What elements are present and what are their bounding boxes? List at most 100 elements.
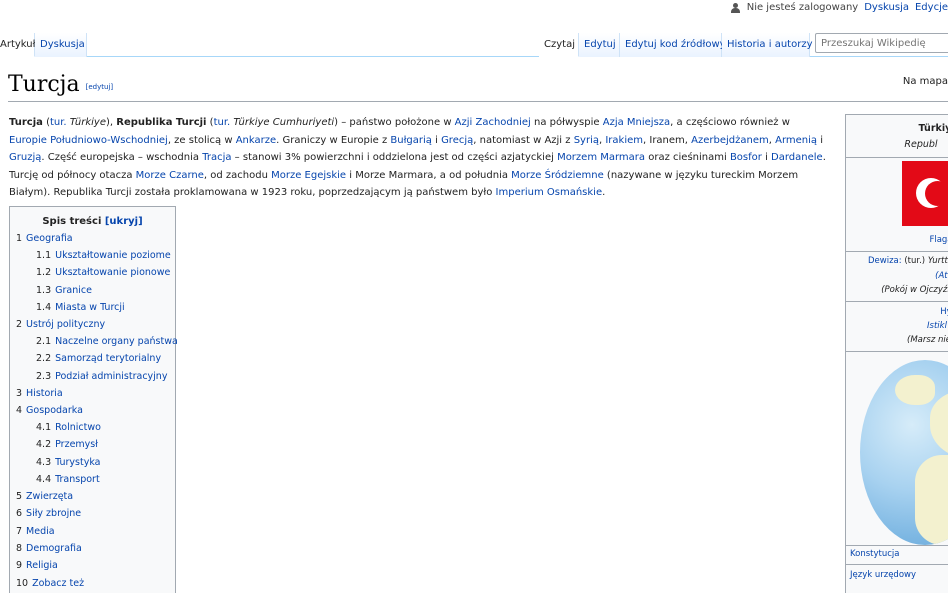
location-globe-map[interactable]: [860, 360, 948, 545]
infobox-divider: [846, 545, 948, 546]
toc-item[interactable]: 9 Religia: [16, 560, 58, 571]
anthem-translation: (Marsz nie: [907, 335, 948, 345]
toc-item[interactable]: 1.2 Ukształtowanie pionowe: [36, 267, 170, 278]
toc-item[interactable]: 4.2 Przemysł: [36, 439, 98, 450]
page-heading: Turcja [edytuj] Na mapa: [8, 72, 948, 102]
toc-item[interactable]: 10 Zobacz też: [16, 578, 84, 589]
toc-item[interactable]: 6 Siły zbrojne: [16, 508, 81, 519]
tab-history[interactable]: Historia i autorzy: [722, 33, 812, 57]
anthem-link[interactable]: Istikl: [882, 321, 948, 331]
toc-item[interactable]: 1.1 Ukształtowanie poziome: [36, 250, 171, 261]
intro-link[interactable]: tur.: [214, 117, 231, 128]
intro-text: i Morze Marmara, a od południa: [346, 169, 512, 181]
toc-item-label[interactable]: Siły zbrojne: [26, 508, 81, 519]
motto-link[interactable]: (Ata: [889, 271, 948, 281]
toc-item-label[interactable]: Naczelne organy państwa: [55, 336, 178, 347]
toc-item-label[interactable]: Media: [26, 526, 55, 537]
tab-edit-source[interactable]: Edytuj kod źródłowy: [620, 33, 726, 57]
tab-edit[interactable]: Edytuj: [579, 33, 620, 57]
intro-link[interactable]: Gruzją: [9, 152, 41, 163]
intro-text: . Część europejska – wschodnia: [41, 152, 203, 163]
toc-item[interactable]: 5 Zwierzęta: [16, 491, 73, 502]
toc-item-label[interactable]: Zwierzęta: [26, 491, 73, 502]
intro-link[interactable]: Azji Zachodniej: [455, 117, 531, 128]
intro-text: .: [602, 187, 606, 198]
intro-link[interactable]: Armenią: [775, 135, 817, 146]
toc-item[interactable]: 2.1 Naczelne organy państwa: [36, 336, 178, 347]
toc-item-label[interactable]: Turystyka: [55, 457, 100, 468]
tab-discussion[interactable]: Dyskusja: [35, 33, 87, 57]
toc-item-label[interactable]: Transport: [55, 474, 100, 485]
toc-item[interactable]: 4.4 Transport: [36, 474, 100, 485]
constitution-link[interactable]: Konstytucja: [850, 549, 948, 559]
intro-link[interactable]: Grecją: [441, 135, 473, 146]
intro-text: , Iranem,: [643, 134, 692, 146]
toc-item[interactable]: 2.3 Podział administracyjny: [36, 371, 167, 382]
toc-item-number: 2.1: [36, 336, 52, 347]
personal-edits-link[interactable]: Edycje: [915, 2, 948, 13]
toc-item[interactable]: 4.1 Rolnictwo: [36, 422, 101, 433]
motto-label[interactable]: Dewiza:: [868, 256, 902, 266]
toc-item-label[interactable]: Przemysł: [55, 439, 98, 450]
intro-link[interactable]: Imperium Osmańskie: [496, 187, 603, 198]
intro-link[interactable]: Morze Czarne: [136, 170, 204, 181]
toc-item[interactable]: 1 Geografia: [16, 233, 73, 244]
toc-item[interactable]: 4 Gospodarka: [16, 405, 83, 416]
turkey-flag[interactable]: [902, 161, 948, 226]
toc-item-label[interactable]: Demografia: [26, 543, 82, 554]
intro-link[interactable]: Azerbejdżanem: [691, 135, 769, 146]
intro-link[interactable]: Morze Egejskie: [271, 170, 346, 181]
intro-link[interactable]: Tracja: [202, 152, 231, 163]
intro-link[interactable]: Morze Śródziemne: [511, 170, 604, 181]
toc-item-label[interactable]: Zobacz też: [32, 578, 84, 589]
intro-link[interactable]: Ankarze: [236, 135, 276, 146]
toc-item-label[interactable]: Miasta w Turcji: [55, 302, 125, 313]
intro-text: ),: [106, 117, 117, 128]
toc-item[interactable]: 8 Demografia: [16, 543, 82, 554]
tab-read[interactable]: Czytaj: [539, 33, 579, 57]
toc-item-label[interactable]: Ustrój polityczny: [26, 319, 105, 330]
heading-edit-link[interactable]: [edytuj]: [86, 83, 113, 91]
intro-link[interactable]: Bosfor: [730, 152, 762, 163]
intro-text: Turcja: [9, 117, 43, 128]
toc-item-number: 5: [16, 491, 23, 502]
toc-item[interactable]: 7 Media: [16, 526, 55, 537]
toc-item-number: 4.3: [36, 457, 52, 468]
toc-item[interactable]: 2.2 Samorząd terytorialny: [36, 353, 161, 364]
intro-link[interactable]: Morzem Marmara: [557, 152, 645, 163]
toc-item-label[interactable]: Religia: [26, 560, 58, 571]
toc-item-label[interactable]: Samorząd terytorialny: [55, 353, 161, 364]
toc-item-label[interactable]: Granice: [55, 285, 92, 296]
infobox-divider: [846, 301, 948, 302]
toc-item[interactable]: 2 Ustrój polityczny: [16, 319, 105, 330]
toc-item[interactable]: 3 Historia: [16, 388, 63, 399]
intro-link[interactable]: Irakiem: [605, 135, 643, 146]
toc-item[interactable]: 1.3 Granice: [36, 285, 92, 296]
anthem-label[interactable]: Hy: [891, 307, 948, 317]
infobox-divider: [846, 564, 948, 565]
personal-discussion-link[interactable]: Dyskusja: [864, 2, 909, 13]
tab-article[interactable]: Artykuł: [0, 33, 35, 57]
toc-item[interactable]: 1.4 Miasta w Turcji: [36, 302, 125, 313]
toc-item[interactable]: 4.3 Turystyka: [36, 457, 100, 468]
toc-item-label[interactable]: Ukształtowanie poziome: [55, 250, 171, 261]
toc-item-label[interactable]: Gospodarka: [26, 405, 83, 416]
official-language-link[interactable]: Język urzędowy: [850, 570, 948, 580]
intro-link[interactable]: Dardanele: [771, 152, 823, 163]
intro-link[interactable]: Bułgarią: [390, 135, 432, 146]
intro-link[interactable]: Europie Południowo-Wschodniej: [9, 135, 168, 146]
flag-link[interactable]: Flaga: [886, 235, 948, 245]
toc-item-label[interactable]: Ukształtowanie pionowe: [55, 267, 170, 278]
toc-item-label[interactable]: Podział administracyjny: [55, 371, 167, 382]
intro-link[interactable]: Syrią: [574, 135, 599, 146]
intro-text: (: [206, 117, 214, 128]
toc-item-number: 1.2: [36, 267, 52, 278]
search-input[interactable]: [815, 33, 948, 53]
toc-item-label[interactable]: Historia: [26, 388, 63, 399]
toc-item-number: 2.3: [36, 371, 52, 382]
toc-toggle-link[interactable]: [ukryj]: [105, 216, 143, 227]
intro-link[interactable]: tur.: [50, 117, 67, 128]
intro-link[interactable]: Azja Mniejsza: [603, 117, 670, 128]
toc-item-label[interactable]: Geografia: [26, 233, 73, 244]
toc-item-label[interactable]: Rolnictwo: [55, 422, 101, 433]
